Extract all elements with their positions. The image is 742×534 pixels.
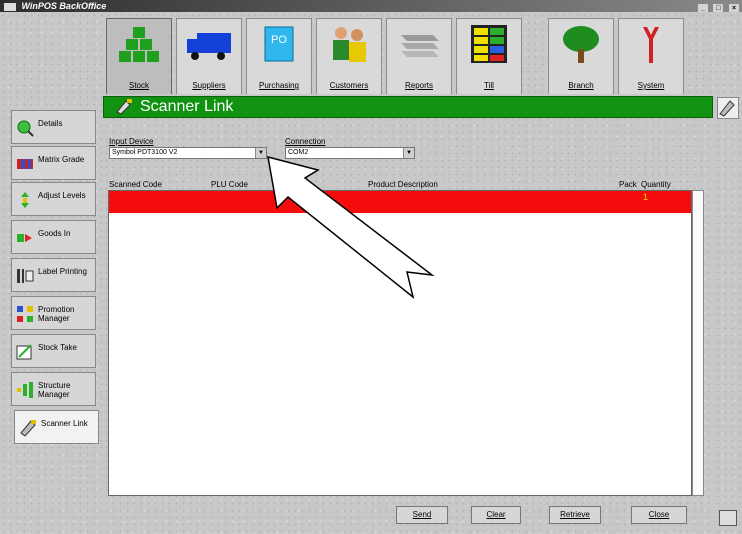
till-keypad-icon: [471, 25, 507, 63]
goods-in-arrow-icon: [17, 234, 32, 242]
scanner-glyph-icon: [719, 100, 735, 117]
toolbar-purchasing-button[interactable]: PO Purchasing: [246, 18, 312, 95]
sidebar-item-label: Matrix Grade: [38, 155, 85, 164]
toolbar-suppliers-label: Suppliers: [192, 81, 226, 90]
sidebar-item-label: Details: [38, 119, 63, 128]
sidebar-item-label: Stock Take: [38, 343, 77, 352]
connection-value: COM2: [288, 149, 309, 156]
close-button[interactable]: Close: [631, 506, 687, 524]
window-title: WinPOS BackOffice: [21, 1, 107, 11]
stock-blocks-icon: [119, 27, 159, 62]
toolbar-purchasing-label: Purchasing: [258, 81, 300, 90]
column-header-plu-code: PLU Code: [211, 180, 248, 189]
promotion-icon: [17, 306, 33, 322]
keyboard-icon[interactable]: [719, 510, 737, 526]
clear-button[interactable]: Clear: [471, 506, 521, 524]
input-device-value: Symbol PDT3100 V2: [112, 149, 178, 156]
sidebar-item-goods-in[interactable]: Goods In: [11, 220, 96, 254]
column-header-product-description: Product Description: [368, 180, 438, 189]
toolbar-system-button[interactable]: System: [618, 18, 684, 95]
panel-header: Scanner Link: [103, 96, 713, 118]
toolbar-suppliers-button[interactable]: Suppliers: [176, 18, 242, 95]
chevron-down-icon[interactable]: ▼: [255, 148, 266, 158]
toolbar-till-label: Till: [484, 81, 494, 90]
connection-label: Connection: [285, 137, 326, 146]
vertical-scrollbar[interactable]: [692, 190, 704, 496]
sidebar-item-label: Scanner Link: [41, 419, 88, 428]
sidebar-item-label: Structure Manager: [38, 381, 71, 399]
sidebar-item-scanner-link[interactable]: Scanner Link: [14, 410, 99, 444]
table-row[interactable]: 1: [109, 191, 691, 213]
magnifier-icon: [17, 120, 34, 137]
panel-title: Scanner Link: [140, 98, 234, 115]
module-toolbar: Stock Suppliers PO Purchasing Customers …: [0, 12, 742, 95]
connection-select[interactable]: COM2 ▼: [285, 147, 415, 159]
column-header-pack: Pack: [619, 180, 637, 189]
sidebar-item-label: Label Printing: [38, 267, 87, 276]
sidebar-item-details[interactable]: Details: [11, 110, 96, 144]
retrieve-button[interactable]: Retrieve: [549, 506, 601, 524]
matrix-icon: [17, 159, 33, 169]
toolbar-reports-label: Reports: [404, 81, 433, 90]
svg-text:PO: PO: [271, 34, 287, 46]
send-button[interactable]: Send: [396, 506, 448, 524]
sidebar-item-matrix-grade[interactable]: Matrix Grade: [11, 146, 96, 180]
structure-icon: [17, 382, 33, 398]
sidebar-item-structure-manager[interactable]: Structure Manager: [11, 372, 96, 406]
input-device-label: Input Device: [109, 137, 154, 146]
toolbar-stock-label: Stock: [128, 81, 149, 90]
reports-stack-icon: [401, 35, 439, 57]
stock-take-pencil-icon: [16, 344, 32, 360]
purchase-order-icon: PO: [264, 26, 294, 62]
sidebar: Details Matrix Grade Adjust Levels Goods…: [0, 94, 103, 534]
toolbar-branch-button[interactable]: Branch: [548, 18, 614, 95]
label-printer-icon: [17, 269, 34, 283]
toolbar-customers-button[interactable]: Customers: [316, 18, 382, 95]
scan-list[interactable]: 1: [108, 190, 692, 496]
sidebar-item-label: Promotion Manager: [38, 305, 75, 323]
sidebar-item-label: Adjust Levels: [38, 191, 86, 200]
app-icon: [4, 2, 16, 11]
scanner-link-panel: Scanner Link Input Device Symbol PDT3100…: [103, 94, 715, 534]
sidebar-item-promotion-manager[interactable]: Promotion Manager: [11, 296, 96, 330]
adjust-arrows-icon: [21, 192, 29, 208]
tools-icon: [643, 27, 659, 63]
scanner-icon[interactable]: [717, 97, 739, 119]
toolbar-system-label: System: [637, 81, 665, 90]
truck-icon: [187, 33, 231, 60]
sidebar-item-stock-take[interactable]: Stock Take: [11, 334, 96, 368]
row-quantity: 1: [643, 192, 649, 202]
scanner-icon: [20, 420, 36, 437]
sidebar-item-label-printing[interactable]: Label Printing: [11, 258, 96, 292]
tree-icon: [563, 26, 599, 63]
sidebar-item-adjust-levels[interactable]: Adjust Levels: [11, 182, 96, 216]
column-header-scanned-code: Scanned Code: [109, 180, 162, 189]
people-icon: [333, 27, 366, 62]
sidebar-item-label: Goods In: [38, 229, 71, 238]
toolbar-customers-label: Customers: [329, 81, 369, 90]
input-device-select[interactable]: Symbol PDT3100 V2 ▼: [109, 147, 267, 159]
right-strip: [715, 94, 742, 534]
toolbar-till-button[interactable]: Till: [456, 18, 522, 95]
column-header-quantity: Quantity: [641, 180, 671, 189]
toolbar-reports-button[interactable]: Reports: [386, 18, 452, 95]
title-bar: WinPOS BackOffice _ □ ×: [0, 0, 742, 14]
toolbar-stock-button[interactable]: Stock: [106, 18, 172, 95]
toolbar-branch-label: Branch: [568, 81, 594, 90]
chevron-down-icon[interactable]: ▼: [403, 148, 414, 158]
scanner-icon: [116, 99, 132, 115]
